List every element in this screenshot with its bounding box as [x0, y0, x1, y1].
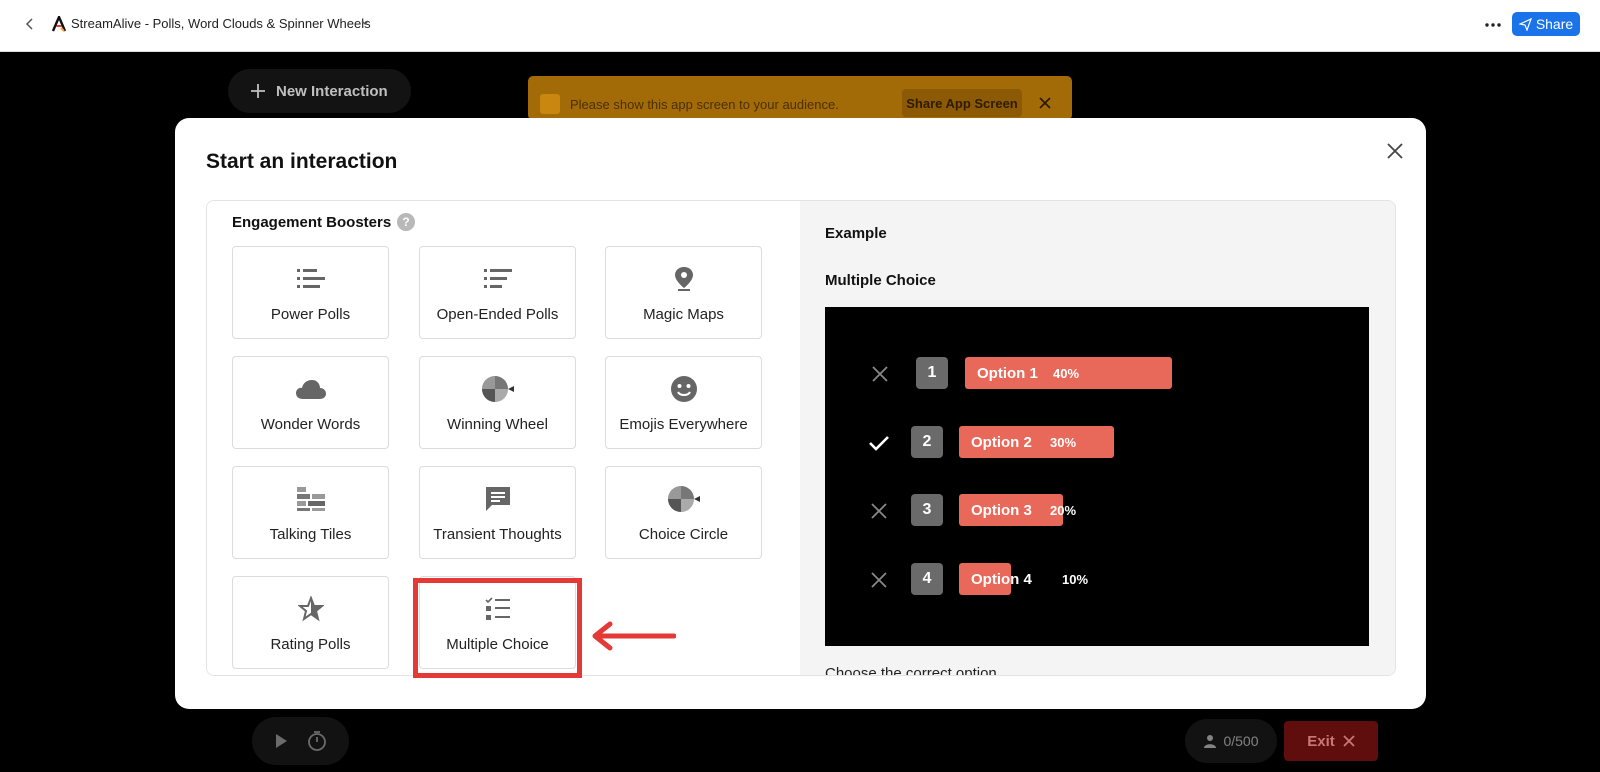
tile-label: Wonder Words — [260, 416, 361, 433]
exit-label: Exit — [1307, 732, 1335, 750]
section-title: Engagement Boosters — [232, 214, 392, 231]
tile-label: Rating Polls — [270, 636, 351, 653]
tile-label: Winning Wheel — [447, 416, 548, 433]
option-label: Option 1 — [977, 365, 1038, 382]
plus-icon — [251, 84, 265, 98]
interaction-list[interactable]: Engagement Boosters ? Power Polls Open-E… — [207, 201, 800, 675]
example-caption: Choose the correct option — [825, 665, 997, 676]
tile-label: Choice Circle — [638, 526, 729, 543]
bar-list-icon — [233, 265, 388, 293]
notice-text: Please show this app screen to your audi… — [570, 97, 839, 112]
option-number: 2 — [911, 426, 943, 458]
tile-label: Emojis Everywhere — [619, 416, 748, 433]
arrow-left-icon — [592, 621, 676, 651]
close-icon — [871, 503, 887, 519]
option-percent: 40% — [1053, 366, 1080, 381]
chevron-down-icon[interactable] — [358, 16, 372, 30]
option-percent: 30% — [1050, 435, 1077, 450]
option-number: 3 — [911, 494, 943, 526]
close-icon — [872, 366, 888, 382]
option-label: Option 3 — [971, 502, 1032, 519]
option-label: Option 4 — [971, 571, 1032, 588]
option-label: Option 2 — [971, 434, 1032, 451]
timer-icon[interactable] — [306, 730, 328, 752]
tile-magic-maps[interactable]: Magic Maps — [605, 246, 762, 339]
tile-rating-polls[interactable]: Rating Polls — [232, 576, 389, 669]
streamalive-logo — [52, 16, 66, 32]
tile-talking-tiles[interactable]: Talking Tiles — [232, 466, 389, 559]
tile-label: Power Polls — [270, 306, 351, 323]
tile-label: Transient Thoughts — [433, 526, 562, 543]
choice-wheel-icon — [606, 485, 761, 513]
chevron-left-icon[interactable] — [20, 14, 40, 34]
example-label: Example — [825, 225, 887, 242]
tile-winning-wheel[interactable]: Winning Wheel — [419, 356, 576, 449]
send-icon — [1518, 17, 1532, 31]
numbered-list-icon — [420, 265, 575, 293]
example-preview: 1 Option 1 40% 2 Option 2 30% 3 Option 3 20% 4 Opt… — [825, 307, 1369, 646]
option-percent: 20% — [1050, 503, 1077, 518]
tiles-icon — [233, 485, 388, 513]
option-row: 3 Option 3 20% — [825, 494, 1369, 528]
start-interaction-modal: Start an interaction Engagement Boosters… — [175, 118, 1426, 709]
chat-bubble-icon — [420, 485, 575, 513]
close-icon[interactable] — [1384, 140, 1406, 162]
participant-count: 0/500 — [1185, 719, 1277, 763]
smiley-icon — [606, 375, 761, 403]
modal-content: Engagement Boosters ? Power Polls Open-E… — [206, 200, 1396, 676]
tile-choice-circle[interactable]: Choice Circle — [605, 466, 762, 559]
map-pin-icon — [606, 265, 761, 293]
share-app-screen-button[interactable]: Share App Screen — [902, 89, 1022, 117]
spinner-wheel-icon — [420, 375, 575, 403]
share-label: Share — [1535, 16, 1574, 32]
example-panel: Example Multiple Choice 1 Option 1 40% 2 Opt… — [800, 201, 1395, 676]
checklist-icon — [420, 595, 575, 623]
share-button[interactable]: Share — [1512, 12, 1580, 36]
option-row: 2 Option 2 30% — [825, 426, 1369, 460]
check-icon — [869, 436, 889, 451]
option-percent: 10% — [1062, 572, 1089, 587]
play-icon[interactable] — [273, 733, 289, 749]
option-number: 1 — [916, 357, 948, 389]
share-screen-notice: Please show this app screen to your audi… — [528, 76, 1072, 120]
tile-label: Multiple Choice — [446, 636, 549, 653]
app-title[interactable]: StreamAlive - Polls, Word Clouds & Spinn… — [71, 16, 371, 31]
top-bar: StreamAlive - Polls, Word Clouds & Spinn… — [0, 0, 1600, 52]
user-icon — [1204, 735, 1217, 748]
tile-wonder-words[interactable]: Wonder Words — [232, 356, 389, 449]
example-name: Multiple Choice — [825, 272, 936, 289]
modal-title: Start an interaction — [206, 150, 398, 173]
tile-label: Talking Tiles — [269, 526, 352, 543]
tile-multiple-choice[interactable]: Multiple Choice — [419, 576, 576, 669]
participant-count-text: 0/500 — [1223, 733, 1259, 749]
warning-icon — [540, 94, 560, 114]
playback-controls — [252, 717, 349, 765]
tile-power-polls[interactable]: Power Polls — [232, 246, 389, 339]
help-icon[interactable]: ? — [397, 213, 415, 231]
option-row: 4 Option 4 10% — [825, 563, 1369, 597]
cloud-icon — [233, 375, 388, 403]
new-interaction-label: New Interaction — [276, 82, 388, 100]
new-interaction-button[interactable]: New Interaction — [228, 69, 411, 113]
tile-label: Open-Ended Polls — [436, 306, 559, 323]
tile-open-ended-polls[interactable]: Open-Ended Polls — [419, 246, 576, 339]
option-row: 1 Option 1 40% — [825, 357, 1369, 391]
tile-emojis-everywhere[interactable]: Emojis Everywhere — [605, 356, 762, 449]
tile-transient-thoughts[interactable]: Transient Thoughts — [419, 466, 576, 559]
exit-button[interactable]: Exit — [1284, 721, 1378, 761]
ellipsis-icon[interactable] — [1480, 12, 1506, 38]
star-icon — [233, 595, 388, 623]
option-number: 4 — [911, 563, 943, 595]
close-icon — [871, 572, 887, 588]
close-icon — [1343, 735, 1355, 747]
tile-label: Magic Maps — [643, 306, 724, 323]
close-icon[interactable] — [1036, 94, 1054, 112]
